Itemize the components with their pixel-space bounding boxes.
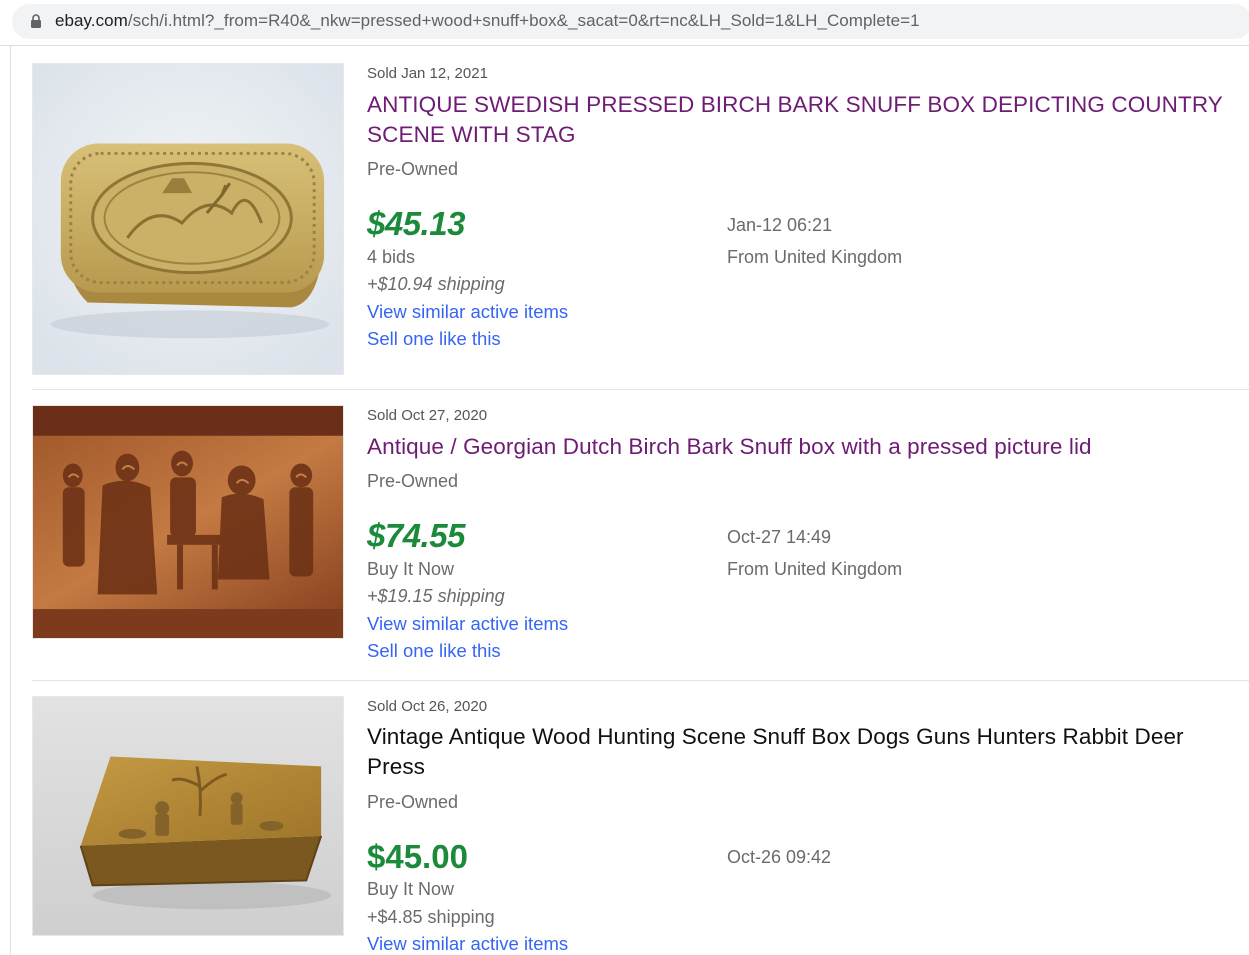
- listing-image[interactable]: [32, 696, 344, 936]
- listing-title-link[interactable]: ANTIQUE SWEDISH PRESSED BIRCH BARK SNUFF…: [367, 90, 1237, 149]
- listing-divider: [32, 389, 1249, 390]
- listing-image[interactable]: [32, 63, 344, 375]
- item-location: From United Kingdom: [727, 559, 903, 579]
- url-text[interactable]: ebay.com/sch/i.html?_from=R40&_nkw=press…: [55, 11, 920, 31]
- item-location: From United Kingdom: [727, 247, 903, 267]
- listing-title-link[interactable]: Vintage Antique Wood Hunting Scene Snuff…: [367, 722, 1247, 781]
- buying-format: Buy It Now: [367, 879, 455, 899]
- shipping-cost: +$4.85 shipping: [367, 907, 495, 927]
- sold-price: $74.55: [367, 517, 465, 554]
- listing-image[interactable]: [32, 405, 344, 639]
- url-field[interactable]: ebay.com/sch/i.html?_from=R40&_nkw=press…: [12, 4, 1249, 39]
- end-time: Oct-27 14:49: [727, 527, 832, 547]
- sell-one-link[interactable]: Sell one like this: [367, 640, 501, 662]
- listing-divider: [32, 680, 1249, 681]
- item-condition: Pre-Owned: [367, 792, 459, 812]
- page-left-border: [10, 46, 11, 955]
- listing-item: Sold Oct 26, 2020 Vintage Antique Wood H…: [32, 696, 1249, 955]
- snuff-box-hunting-photo: [33, 697, 343, 935]
- view-similar-link[interactable]: View similar active items: [367, 613, 568, 635]
- sell-one-link[interactable]: Sell one like this: [367, 328, 501, 350]
- url-host: ebay.com: [55, 11, 128, 30]
- lock-icon[interactable]: [30, 14, 42, 28]
- item-condition: Pre-Owned: [367, 471, 459, 491]
- listing-title-link[interactable]: Antique / Georgian Dutch Birch Bark Snuf…: [367, 432, 1247, 462]
- sold-price: $45.00: [367, 838, 468, 875]
- view-similar-link[interactable]: View similar active items: [367, 933, 568, 955]
- sold-date: Sold Oct 26, 2020: [367, 698, 488, 715]
- end-time: Jan-12 06:21: [727, 215, 833, 235]
- item-condition: Pre-Owned: [367, 159, 459, 179]
- snuff-box-stag-photo: [33, 64, 343, 374]
- sold-price: $45.13: [367, 205, 465, 242]
- bid-count: 4 bids: [367, 247, 416, 267]
- sold-date: Sold Oct 27, 2020: [367, 407, 488, 424]
- shipping-cost: +$19.15 shipping: [367, 586, 505, 606]
- url-path: /sch/i.html?_from=R40&_nkw=pressed+wood+…: [127, 11, 920, 30]
- buying-format: Buy It Now: [367, 559, 455, 579]
- end-time: Oct-26 09:42: [727, 847, 832, 867]
- listing-item: Sold Jan 12, 2021 ANTIQUE SWEDISH PRESSE…: [32, 63, 1249, 383]
- snuff-box-tavern-photo: [33, 406, 343, 638]
- listing-item: Sold Oct 27, 2020 Antique / Georgian Dut…: [32, 405, 1249, 675]
- view-similar-link[interactable]: View similar active items: [367, 301, 568, 323]
- sold-date: Sold Jan 12, 2021: [367, 65, 488, 82]
- browser-address-bar: ebay.com/sch/i.html?_from=R40&_nkw=press…: [0, 0, 1249, 46]
- shipping-cost: +$10.94 shipping: [367, 274, 505, 294]
